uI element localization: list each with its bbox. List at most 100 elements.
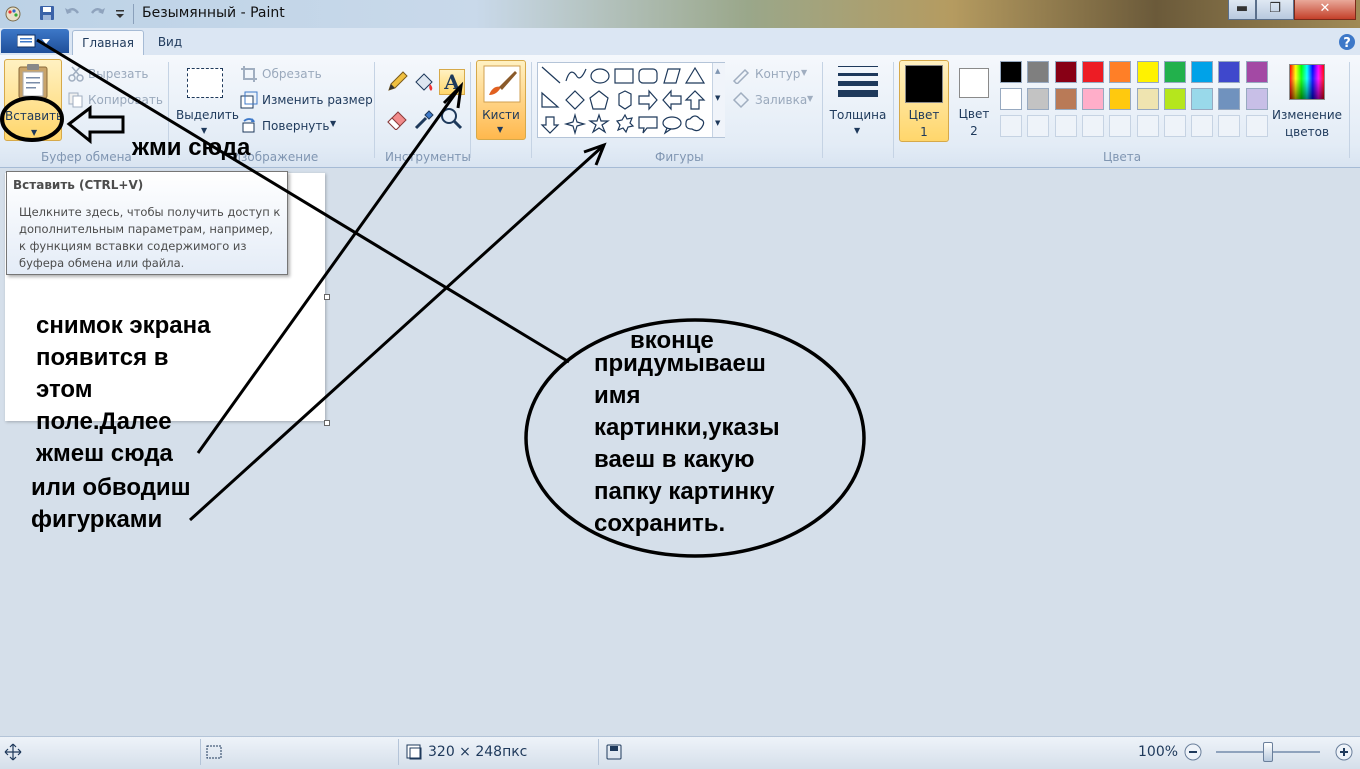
group-separator [1349,62,1350,158]
palette-swatch[interactable] [1054,88,1077,110]
palette-custom-slot[interactable] [1054,115,1077,137]
resize-button[interactable]: Изменить размер [262,93,373,107]
color1-number: 1 [920,125,928,139]
palette-swatch[interactable] [1081,88,1104,110]
palette-swatch[interactable] [1081,61,1104,83]
paint-app-icon[interactable] [4,5,22,23]
tab-view[interactable]: Вид [150,30,190,54]
annotation-end-line4: ваеш в какую [594,446,755,473]
save-icon[interactable] [38,4,56,22]
group-separator [470,62,471,158]
annotation-end-line2: имя [594,382,641,409]
palette-swatch[interactable] [1000,61,1022,83]
palette-custom-slot[interactable] [1000,115,1022,137]
palette-swatch[interactable] [1163,88,1186,110]
undo-icon[interactable] [63,4,81,22]
paste-button[interactable]: Вставить ▼ [4,59,63,141]
outline-icon[interactable] [731,66,751,84]
fill-icon[interactable] [731,91,751,109]
tab-home[interactable]: Главная [72,30,144,55]
palette-swatch[interactable] [1218,88,1241,110]
palette-custom-slot[interactable] [1109,115,1132,137]
palette-custom-slot[interactable] [1191,115,1214,137]
crop-icon[interactable] [240,65,258,83]
palette-swatch[interactable] [1027,61,1050,83]
brushes-button[interactable]: Кисти ▼ [476,60,526,140]
palette-swatch[interactable] [1109,61,1132,83]
redo-icon[interactable] [89,4,107,22]
palette-custom-slot[interactable] [1081,115,1104,137]
palette-swatch[interactable] [1191,88,1214,110]
expand-gallery-icon[interactable]: ▼ [715,119,720,127]
size-line-medium [838,73,878,76]
help-icon[interactable]: ? [1338,33,1356,51]
eraser-icon[interactable] [385,106,409,130]
color1-button[interactable]: Цвет 1 [899,60,949,142]
fill-button[interactable]: Заливка [755,93,807,107]
group-label-shapes: Фигуры [655,150,704,164]
canvas-resize-handle-right[interactable] [324,294,330,300]
canvas-resize-handle-corner[interactable] [324,420,330,426]
palette-swatch[interactable] [1027,88,1050,110]
palette-custom-slot[interactable] [1218,115,1241,137]
size-button[interactable]: Толщина ▼ [828,62,888,140]
restore-button[interactable]: ❐ [1256,0,1294,20]
palette-custom-slot[interactable] [1027,115,1050,137]
cut-button[interactable]: Вырезать [88,67,149,81]
color1-label: Цвет [908,108,940,122]
resize-icon[interactable] [240,91,258,109]
rotate-button[interactable]: Повернуть [262,119,329,133]
image-size-icon [406,744,422,760]
palette-custom-slot[interactable] [1163,115,1186,137]
shapes-gallery[interactable]: ▲ ▼ ▼ [537,62,725,138]
palette-swatch[interactable] [1136,88,1159,110]
palette-custom-slot[interactable] [1136,115,1159,137]
fill-dropdown-arrow-icon[interactable]: ▼ [807,94,813,103]
group-label-clipboard: Буфер обмена [41,150,132,164]
annotation-end-line5: папку картинку [594,478,775,505]
palette-swatch[interactable] [1245,61,1268,83]
palette-swatch[interactable] [1000,88,1022,110]
magnifier-icon[interactable] [439,106,463,130]
shapes-gallery-scrollbar[interactable]: ▲ ▼ ▼ [712,63,725,137]
text-tool-icon[interactable]: A [439,69,465,95]
menu-icon [17,34,50,48]
palette-swatch[interactable] [1245,88,1268,110]
copy-icon[interactable] [68,92,84,108]
outline-dropdown-arrow-icon[interactable]: ▼ [801,68,807,77]
annotation-shapes-line2: фигурками [31,506,163,533]
color-picker-icon[interactable] [412,106,436,130]
paint-menu-button[interactable] [1,29,69,53]
annotation-end-line6: сохранить. [594,510,726,537]
palette-swatch[interactable] [1191,61,1214,83]
zoom-out-icon[interactable] [1183,742,1203,762]
outline-button[interactable]: Контур [755,67,800,81]
palette-custom-slot[interactable] [1245,115,1268,137]
palette-swatch[interactable] [1109,88,1132,110]
scroll-down-icon[interactable]: ▼ [715,94,720,102]
minimize-button[interactable]: ▬ [1228,0,1256,20]
rotate-dropdown-arrow-icon[interactable]: ▼ [330,119,336,128]
palette-swatch[interactable] [1136,61,1159,83]
copy-button[interactable]: Копировать [88,93,163,107]
palette-swatch[interactable] [1218,61,1241,83]
title-bar: Безымянный - Paint ▬ ❐ ✕ [0,0,1360,28]
scroll-up-icon[interactable]: ▲ [715,67,720,75]
fill-bucket-icon[interactable] [412,70,436,94]
tooltip-body: Щелкните здесь, чтобы получить доступ к … [19,205,281,270]
color2-button[interactable]: Цвет 2 [951,60,997,142]
select-button[interactable]: Выделить ▼ [176,62,239,140]
edit-colors-button[interactable]: Изменение цветов [1272,60,1342,142]
close-button[interactable]: ✕ [1294,0,1356,20]
crop-button[interactable]: Обрезать [262,67,322,81]
zoom-in-icon[interactable] [1334,742,1354,762]
pencil-icon[interactable] [385,70,409,94]
palette-swatch[interactable] [1054,61,1077,83]
cut-icon[interactable] [68,66,84,82]
palette-swatch[interactable] [1163,61,1186,83]
edit-colors-label-line1: Изменение [1272,108,1343,122]
size-dropdown-arrow-icon: ▼ [854,126,861,135]
zoom-slider-thumb[interactable] [1263,742,1273,762]
annotation-canvas-line5: жмеш сюда [36,440,173,467]
customize-quick-access-icon[interactable] [114,4,132,22]
